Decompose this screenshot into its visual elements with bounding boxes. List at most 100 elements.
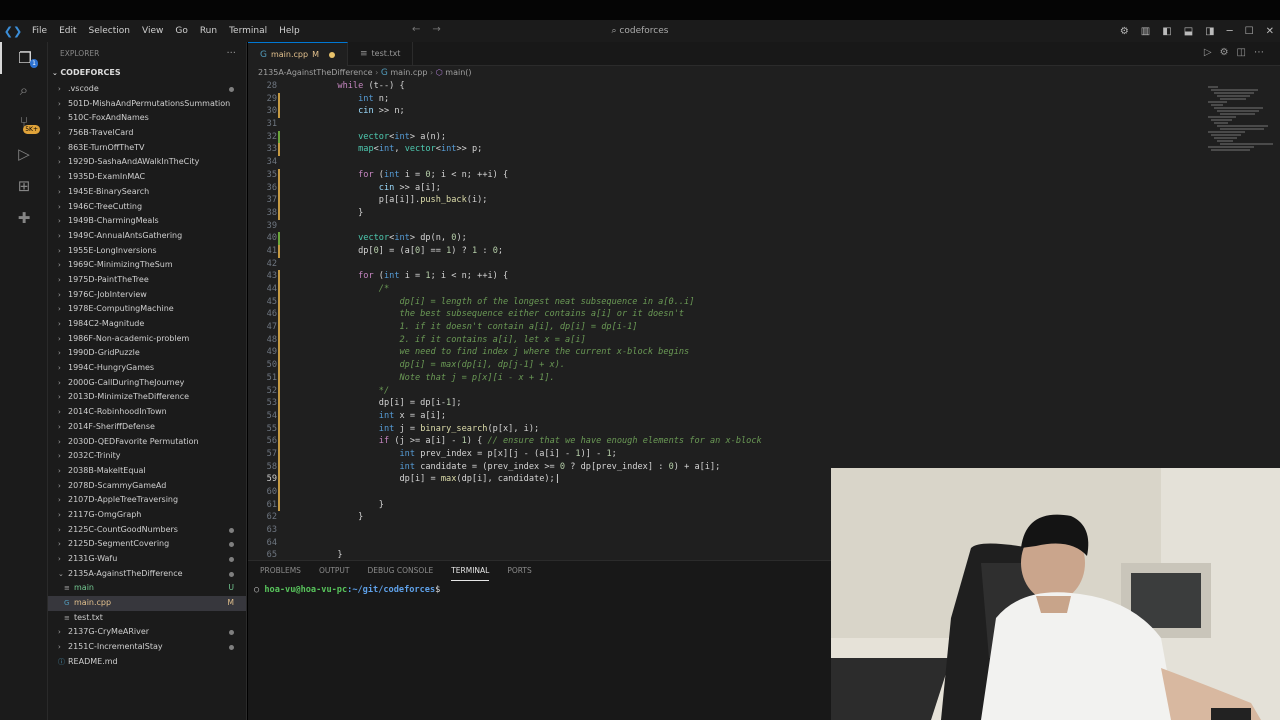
folder-item[interactable]: › 756B-TravelCard: [48, 126, 246, 141]
menu-view[interactable]: View: [136, 26, 169, 36]
panel-tab-debug-console[interactable]: DEBUG CONSOLE: [368, 561, 434, 581]
code-line[interactable]: 51 Note that j = p[x][i - x + 1].: [248, 371, 1208, 385]
code-line[interactable]: 36 cin >> a[i];: [248, 181, 1208, 195]
breadcrumb-folder[interactable]: 2135A-AgainstTheDifference: [258, 68, 373, 77]
sidebar-toggle-icon[interactable]: ◧: [1156, 26, 1177, 37]
file-item[interactable]: ⓘ README.md: [48, 655, 246, 670]
code-line[interactable]: 56 if (j >= a[i] - 1) { // ensure that w…: [248, 435, 1208, 448]
folder-item[interactable]: › .vscode: [48, 82, 246, 97]
folder-item[interactable]: › 2078D-ScammyGameAd: [48, 479, 246, 494]
panel-toggle-icon[interactable]: ⬓: [1178, 26, 1199, 37]
menu-run[interactable]: Run: [194, 26, 223, 36]
code-line[interactable]: 35 for (int i = 0; i < n; ++i) {: [248, 168, 1208, 182]
code-line[interactable]: 50 dp[i] = max(dp[i], dp[j-1] + x).: [248, 359, 1208, 372]
folder-item[interactable]: › 501D-MishaAndPermutationsSummation: [48, 97, 246, 112]
code-line[interactable]: 48 2. if it contains a[i], let x = a[i]: [248, 333, 1208, 347]
folder-item[interactable]: › 2125D-SegmentCovering: [48, 537, 246, 552]
code-line[interactable]: 44 /*: [248, 283, 1208, 296]
breadcrumb-symbol[interactable]: main(): [445, 68, 471, 77]
code-line[interactable]: 32 vector<int> a(n);: [248, 130, 1208, 144]
maximize-icon[interactable]: ☐: [1239, 26, 1260, 37]
menu-file[interactable]: File: [26, 26, 53, 36]
file-item[interactable]: ≡ main U: [48, 581, 246, 596]
copilot-icon[interactable]: ⚙: [1114, 26, 1135, 37]
folder-item[interactable]: › 2014F-SheriffDefense: [48, 420, 246, 435]
menu-edit[interactable]: Edit: [53, 26, 82, 36]
folder-item[interactable]: › 1935D-ExamInMAC: [48, 170, 246, 185]
code-line[interactable]: 28 while (t--) {: [248, 80, 1208, 93]
code-line[interactable]: 30 cin >> n;: [248, 105, 1208, 119]
folder-item[interactable]: › 2038B-MakeItEqual: [48, 464, 246, 479]
folder-item[interactable]: › 2117G-OmgGraph: [48, 508, 246, 523]
code-line[interactable]: 46 the best subsequence either contains …: [248, 308, 1208, 322]
source-control-icon[interactable]: ⑂ 5K+: [0, 106, 48, 138]
folder-item[interactable]: › 1994C-HungryGames: [48, 361, 246, 376]
folder-item[interactable]: › 2131G-Wafu: [48, 552, 246, 567]
folder-item[interactable]: › 863E-TurnOffTheTV: [48, 141, 246, 156]
folder-item[interactable]: › 2137G-CryMeARiver: [48, 625, 246, 640]
folder-item[interactable]: ⌄ 2135A-AgainstTheDifference: [48, 567, 246, 582]
run-debug-icon[interactable]: ▷: [0, 138, 48, 170]
tab-main-cpp[interactable]: Gmain.cpp M: [248, 42, 348, 66]
code-line[interactable]: 41 dp[0] = (a[0] == 1) ? 1 : 0;: [248, 244, 1208, 258]
tab-test-txt[interactable]: ≡ test.txt: [348, 42, 414, 66]
code-line[interactable]: 49 we need to find index j where the cur…: [248, 346, 1208, 360]
code-line[interactable]: 57 int prev_index = p[x][j - (a[i] - 1)]…: [248, 447, 1208, 461]
code-line[interactable]: 45 dp[i] = length of the longest neat su…: [248, 295, 1208, 309]
more-actions-icon[interactable]: ···: [226, 42, 236, 66]
breadcrumb-file[interactable]: main.cpp: [390, 68, 427, 77]
split-editor-icon[interactable]: ◫: [1237, 47, 1254, 58]
code-line[interactable]: 29 int n;: [248, 92, 1208, 106]
search-icon[interactable]: ⌕: [0, 74, 48, 106]
code-line[interactable]: 31: [248, 118, 1208, 131]
folder-item[interactable]: › 1986F-Non-academic-problem: [48, 332, 246, 347]
minimap[interactable]: [1208, 86, 1273, 166]
folder-item[interactable]: › 2125C-CountGoodNumbers: [48, 523, 246, 538]
folder-item[interactable]: › 2032C-Trinity: [48, 449, 246, 464]
folder-item[interactable]: › 1945E-BinarySearch: [48, 185, 246, 200]
folder-item[interactable]: › 1949C-AnnualAntsGathering: [48, 229, 246, 244]
folder-item[interactable]: › 2151C-IncrementalStay: [48, 640, 246, 655]
close-window-icon[interactable]: ✕: [1260, 26, 1280, 37]
explorer-icon[interactable]: ❐ 1: [0, 42, 48, 74]
code-line[interactable]: 34: [248, 156, 1208, 169]
code-line[interactable]: 42: [248, 258, 1208, 271]
menu-terminal[interactable]: Terminal: [223, 26, 273, 36]
folder-item[interactable]: › 2000G-CallDuringTheJourney: [48, 376, 246, 391]
menu-help[interactable]: Help: [273, 26, 306, 36]
folder-item[interactable]: › 1990D-GridPuzzle: [48, 346, 246, 361]
folder-item[interactable]: › 1976C-JobInterview: [48, 288, 246, 303]
menu-selection[interactable]: Selection: [83, 26, 136, 36]
folder-item[interactable]: › 1949B-CharmingMeals: [48, 214, 246, 229]
code-line[interactable]: 39: [248, 220, 1208, 233]
panel-tab-output[interactable]: OUTPUT: [319, 561, 350, 581]
back-arrow-icon[interactable]: ←: [412, 24, 432, 35]
panel-tab-terminal[interactable]: TERMINAL: [451, 561, 490, 581]
folder-item[interactable]: › 1929D-SashaAndAWalkInTheCity: [48, 155, 246, 170]
folder-item[interactable]: › 1975D-PaintTheTree: [48, 273, 246, 288]
layout-toggle-icon[interactable]: ▥: [1135, 26, 1156, 37]
code-line[interactable]: 33 map<int, vector<int>> p;: [248, 143, 1208, 157]
command-center[interactable]: ⌕ codeforces: [450, 23, 830, 39]
secondary-sidebar-icon[interactable]: ◨: [1199, 26, 1220, 37]
code-line[interactable]: 47 1. if it doesn't contain a[i], dp[i] …: [248, 321, 1208, 334]
file-item[interactable]: Gmain.cpp M: [48, 596, 246, 611]
folder-item[interactable]: › 2107D-AppleTreeTraversing: [48, 493, 246, 508]
code-line[interactable]: 54 int x = a[i];: [248, 409, 1208, 423]
python-icon[interactable]: ✚: [0, 202, 48, 234]
folder-item[interactable]: › 1978E-ComputingMachine: [48, 302, 246, 317]
code-line[interactable]: 38 }: [248, 206, 1208, 220]
folder-item[interactable]: › 510C-FoxAndNames: [48, 111, 246, 126]
minimize-icon[interactable]: ─: [1221, 26, 1239, 37]
code-line[interactable]: 40 vector<int> dp(n, 0);: [248, 232, 1208, 245]
file-item[interactable]: ≡ test.txt: [48, 611, 246, 626]
unsaved-dot-icon[interactable]: [328, 51, 335, 58]
code-line[interactable]: 52 */: [248, 384, 1208, 398]
folder-item[interactable]: › 2014C-RobinhoodInTown: [48, 405, 246, 420]
code-line[interactable]: 55 int j = binary_search(p[x], i);: [248, 422, 1208, 436]
settings-icon[interactable]: ⚙: [1220, 47, 1237, 58]
folder-item[interactable]: › 1984C2-Magnitude: [48, 317, 246, 332]
extensions-icon[interactable]: ⊞: [0, 170, 48, 202]
folder-item[interactable]: › 1969C-MinimizingTheSum: [48, 258, 246, 273]
panel-tab-problems[interactable]: PROBLEMS: [260, 561, 301, 581]
